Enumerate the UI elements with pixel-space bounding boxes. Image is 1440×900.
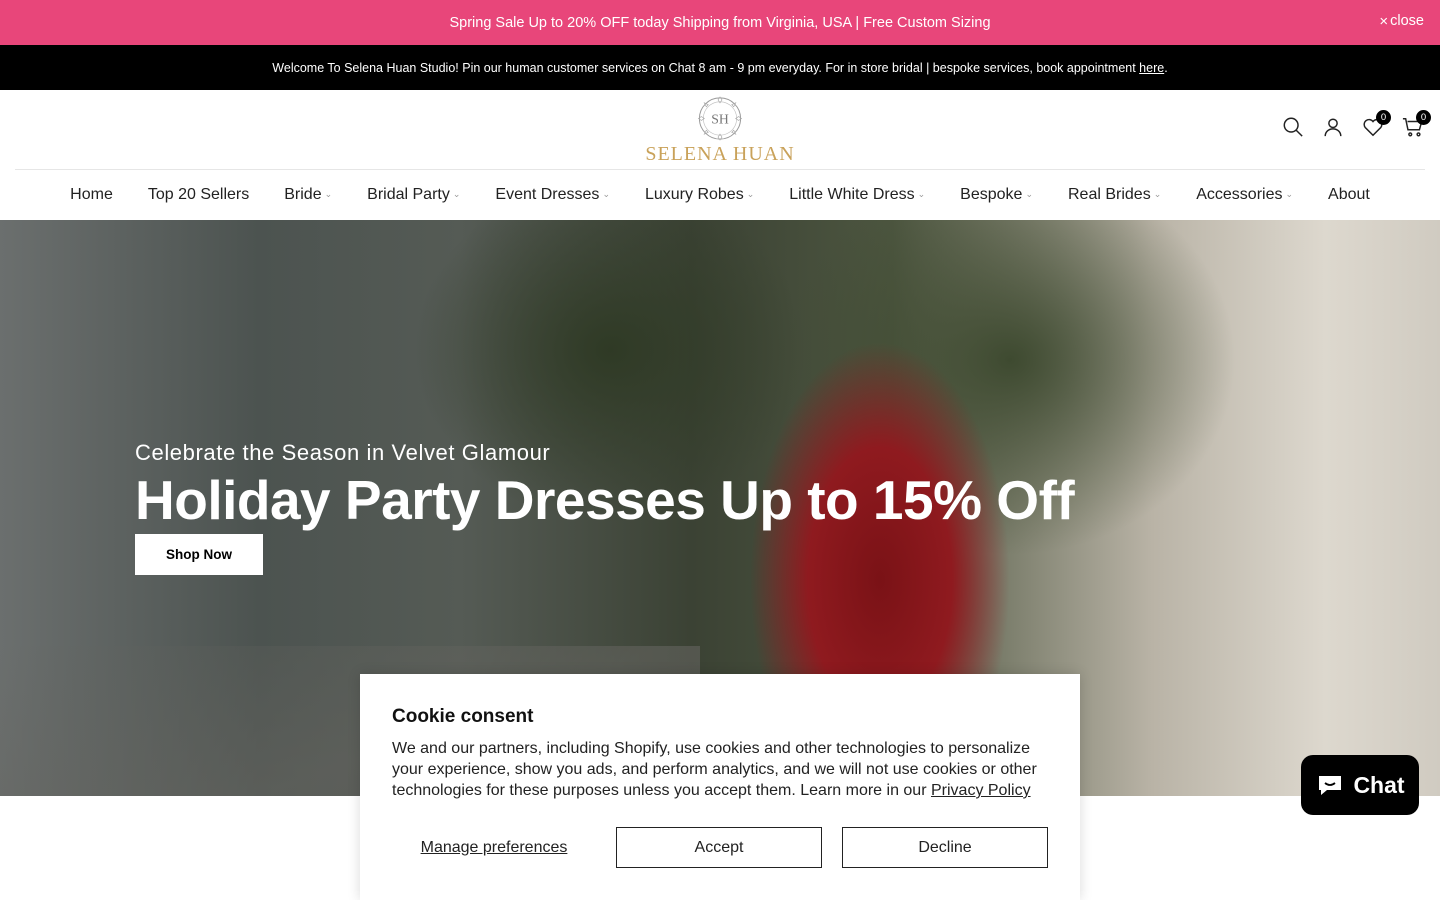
welcome-suffix: . <box>1164 60 1168 75</box>
nav-item-accessories[interactable]: Accessories ⌄ <box>1196 186 1293 204</box>
accept-button[interactable]: Accept <box>616 827 822 868</box>
nav-item-label: Event Dresses <box>495 186 600 203</box>
nav-item-bride[interactable]: Bride ⌄ <box>284 186 332 204</box>
chevron-down-icon: ⌄ <box>1025 188 1033 199</box>
cookie-actions: Manage preferences Accept Decline <box>392 827 1048 868</box>
nav-item-label: Luxury Robes <box>644 186 744 203</box>
cookie-body: We and our partners, including Shopify, … <box>392 738 1048 801</box>
nav-item-label: About <box>1328 186 1370 203</box>
user-icon <box>1324 118 1342 137</box>
nav-item-little-white-dress[interactable]: Little White Dress ⌄ <box>789 186 925 204</box>
manage-preferences-button[interactable]: Manage preferences <box>392 827 596 868</box>
chevron-down-icon: ⌄ <box>602 188 610 199</box>
nav-item-about[interactable]: About <box>1328 186 1370 204</box>
site-header: SH SELENA HUAN 0 0 <box>0 90 1440 170</box>
nav-item-label: Bespoke <box>960 186 1023 203</box>
promo-close-label: close <box>1390 13 1424 29</box>
nav-item-label: Home <box>70 186 113 203</box>
nav-item-bespoke[interactable]: Bespoke ⌄ <box>960 186 1033 204</box>
main-nav: Home Top 20 Sellers Bride ⌄ Bridal Party ⌄… <box>0 170 1440 220</box>
nav-item-label: Top 20 Sellers <box>147 186 250 203</box>
welcome-bar: Welcome To Selena Huan Studio! Pin our h… <box>0 45 1440 90</box>
privacy-policy-link[interactable]: Privacy Policy <box>931 782 1031 799</box>
nav-item-label: Real Brides <box>1067 186 1151 203</box>
nav-item-label: Accessories <box>1196 186 1283 203</box>
chat-bubble-icon <box>1319 776 1342 795</box>
nav-item-label: Bride <box>284 186 322 203</box>
logo-monogram-icon: SH <box>697 96 743 141</box>
cookie-consent-dialog: Cookie consent We and our partners, incl… <box>360 674 1080 900</box>
promo-close-button[interactable]: × close <box>1379 13 1424 29</box>
nav-item-label: Bridal Party <box>367 186 450 203</box>
wishlist-count-badge: 0 <box>1376 110 1391 125</box>
chevron-down-icon: ⌄ <box>746 188 755 199</box>
shop-now-button[interactable]: Shop Now <box>135 534 263 575</box>
chat-label: Chat <box>1353 771 1405 798</box>
wishlist-button[interactable]: 0 <box>1362 110 1391 140</box>
chevron-down-icon: ⌄ <box>324 188 333 199</box>
chevron-down-icon: ⌄ <box>917 188 926 199</box>
hero-text: Celebrate the Season in Velvet Glamour H… <box>135 440 1075 531</box>
account-button[interactable] <box>1322 116 1344 140</box>
logo-text: SELENA HUAN <box>645 143 795 165</box>
cart-count-badge: 0 <box>1416 110 1431 125</box>
promo-text: Spring Sale Up to 20% OFF today Shipping… <box>449 14 991 31</box>
decline-button[interactable]: Decline <box>842 827 1048 868</box>
close-icon: × <box>1379 12 1389 30</box>
appointment-link[interactable]: here <box>1139 61 1164 75</box>
promo-bar: Spring Sale Up to 20% OFF today Shipping… <box>0 0 1440 45</box>
chevron-down-icon: ⌄ <box>452 188 461 199</box>
welcome-text: Welcome To Selena Huan Studio! Pin our h… <box>272 60 1140 75</box>
cart-button[interactable]: 0 <box>1402 110 1431 140</box>
nav-item-top-20-sellers[interactable]: Top 20 Sellers <box>148 186 249 204</box>
search-icon <box>1283 117 1303 137</box>
header-icons: 0 0 <box>1282 110 1431 140</box>
chevron-down-icon: ⌄ <box>1285 188 1294 199</box>
nav-item-home[interactable]: Home <box>70 186 113 204</box>
nav-item-real-brides[interactable]: Real Brides ⌄ <box>1068 186 1161 204</box>
logo[interactable]: SH SELENA HUAN <box>645 94 794 166</box>
nav-item-label: Little White Dress <box>789 186 915 203</box>
hero-title: Holiday Party Dresses Up to 15% Off <box>135 469 1075 531</box>
chevron-down-icon: ⌄ <box>1153 188 1162 199</box>
nav-item-bridal-party[interactable]: Bridal Party ⌄ <box>367 186 460 204</box>
chat-button[interactable]: Chat <box>1301 755 1419 815</box>
search-button[interactable] <box>1282 116 1304 140</box>
hero-subtitle: Celebrate the Season in Velvet Glamour <box>135 440 551 465</box>
cookie-title: Cookie consent <box>392 706 534 727</box>
logo-monogram-text: SH <box>711 111 729 126</box>
nav-item-luxury-robes[interactable]: Luxury Robes ⌄ <box>645 186 754 204</box>
nav-item-event-dresses[interactable]: Event Dresses ⌄ <box>495 186 610 204</box>
